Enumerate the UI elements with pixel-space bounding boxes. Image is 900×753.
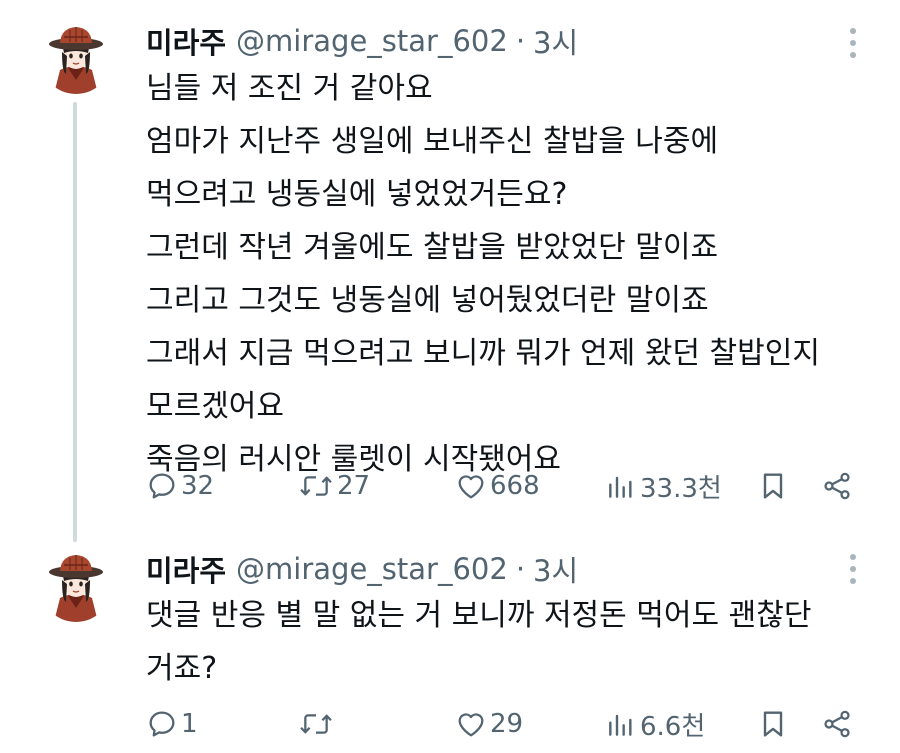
bookmark-button[interactable] [757, 704, 789, 744]
views-count: 6.6천 [640, 711, 706, 742]
reply-count: 32 [181, 471, 215, 501]
heart-icon [458, 713, 484, 737]
author-name[interactable]: 미라주 [146, 548, 226, 590]
tweet-text: 님들 저 조진 거 같아요 엄마가 지난주 생일에 보내주신 찰밥을 나중에 먹… [146, 62, 866, 486]
action-bar: 32 27 668 33.3천 [146, 466, 860, 506]
reply-icon [149, 711, 175, 737]
author-handle[interactable]: @mirage_star_602 [236, 552, 508, 586]
reply-button[interactable]: 1 [146, 704, 198, 744]
tweet[interactable]: 미라주 @mirage_star_602 · 3시 댓글 반응 별 말 없는 거… [0, 530, 900, 753]
share-icon [824, 710, 850, 738]
retweet-button[interactable]: 27 [298, 466, 370, 506]
reply-icon [149, 473, 175, 499]
like-button[interactable]: 29 [455, 704, 523, 744]
bookmark-icon [763, 473, 783, 499]
reply-button[interactable]: 32 [146, 466, 214, 506]
more-options-icon[interactable] [846, 554, 860, 584]
bookmark-button[interactable] [757, 466, 789, 506]
views-button[interactable]: 6.6천 [605, 704, 705, 744]
header-separator: · [515, 24, 526, 58]
views-count: 33.3천 [640, 473, 722, 504]
tweet-header: 미라주 @mirage_star_602 · 3시 [146, 548, 578, 590]
retweet-button[interactable] [298, 704, 337, 744]
tweet-text-line: 모르겠어요 [146, 389, 284, 424]
retweet-icon [300, 476, 332, 496]
tweet-timestamp[interactable]: 3시 [533, 548, 578, 590]
avatar[interactable] [40, 22, 112, 94]
share-button[interactable] [821, 466, 853, 506]
share-button[interactable] [821, 704, 853, 744]
author-handle[interactable]: @mirage_star_602 [236, 24, 508, 58]
share-icon [824, 472, 850, 500]
retweet-icon [300, 714, 332, 734]
tweet-text-line: 그래서 지금 먹으려고 보니까 뭐가 언제 왔던 찰밥인지 [146, 336, 820, 371]
like-count: 29 [490, 709, 524, 739]
views-button[interactable]: 33.3천 [605, 466, 722, 506]
tweet-text-line: 그런데 작년 겨울에도 찰밥을 받았었단 말이죠 [146, 230, 719, 265]
bar-chart-icon [609, 714, 632, 736]
retweet-count: 27 [337, 471, 371, 501]
tweet-text-line: 거죠? [146, 651, 218, 686]
more-options-icon[interactable] [846, 28, 860, 58]
avatar-illustration-icon [40, 550, 112, 622]
tweet-text-line: 엄마가 지난주 생일에 보내주신 찰밥을 나중에 [146, 124, 719, 159]
thread-connector-line [73, 102, 77, 542]
tweet-text-line: 댓글 반응 별 말 없는 거 보니까 저정돈 먹어도 괜찮단 [146, 598, 812, 633]
avatar-illustration-icon [40, 22, 112, 94]
tweet-header: 미라주 @mirage_star_602 · 3시 [146, 20, 578, 62]
action-bar: 1 29 6.6천 [146, 704, 860, 744]
tweet-text-line: 먹으려고 냉동실에 넣었었거든요? [146, 177, 568, 212]
bookmark-icon [763, 711, 783, 737]
tweet[interactable]: 미라주 @mirage_star_602 · 3시 님들 저 조진 거 같아요 … [0, 0, 900, 542]
tweet-text-line: 그리고 그것도 냉동실에 넣어뒀었더란 말이죠 [146, 283, 709, 318]
like-count: 668 [490, 471, 540, 501]
tweet-text: 댓글 반응 별 말 없는 거 보니까 저정돈 먹어도 괜찮단 거죠? [146, 589, 866, 695]
header-separator: · [515, 552, 526, 586]
tweet-text-line: 님들 저 조진 거 같아요 [146, 71, 433, 106]
tweet-timestamp[interactable]: 3시 [533, 20, 578, 62]
like-button[interactable]: 668 [455, 466, 540, 506]
bar-chart-icon [609, 476, 632, 498]
author-name[interactable]: 미라주 [146, 20, 226, 62]
heart-icon [458, 475, 484, 499]
reply-count: 1 [181, 709, 198, 739]
avatar[interactable] [40, 550, 112, 622]
